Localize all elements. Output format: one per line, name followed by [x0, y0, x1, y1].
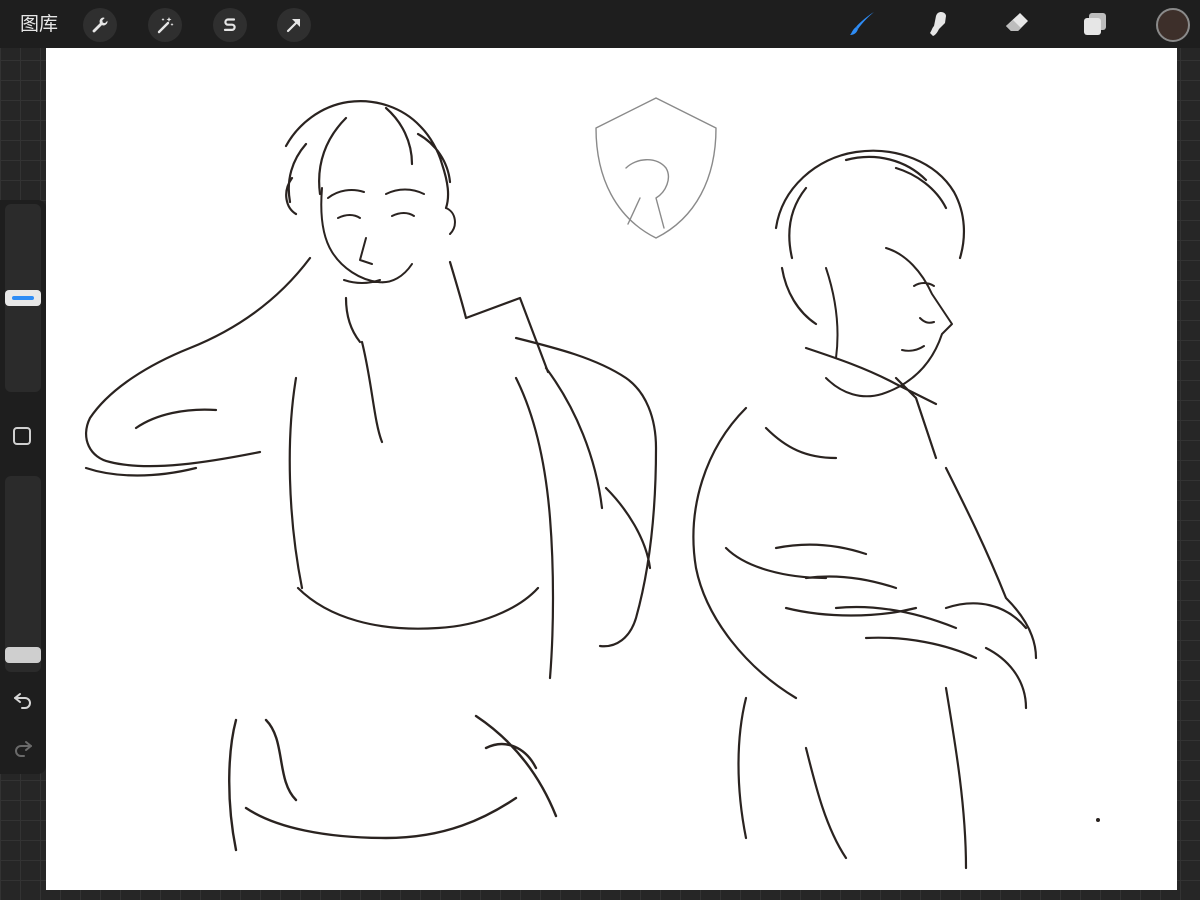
- magic-wand-icon[interactable]: [148, 8, 182, 42]
- stray-dot: [1096, 818, 1100, 822]
- cursor-arrow-icon[interactable]: [277, 8, 311, 42]
- eraser-icon[interactable]: [1000, 7, 1034, 41]
- brush-size-knob[interactable]: [5, 290, 41, 306]
- left-figure-left-arm: [84, 256, 312, 477]
- left-figure-hair: [284, 100, 452, 216]
- smudge-icon[interactable]: [922, 7, 956, 41]
- drawing-canvas[interactable]: [46, 48, 1177, 890]
- wrench-icon[interactable]: [83, 8, 117, 42]
- right-figure-face: [825, 247, 953, 398]
- color-swatch[interactable]: [1156, 8, 1190, 42]
- sketch-artwork: [84, 97, 1100, 870]
- brush-icon[interactable]: [845, 7, 879, 41]
- top-toolbar: 图库: [0, 0, 1200, 48]
- brush-opacity-slider[interactable]: [5, 476, 41, 672]
- right-figure-arms: [774, 543, 1028, 710]
- modify-square-icon[interactable]: [13, 427, 31, 445]
- left-sidebar: [0, 200, 46, 774]
- left-figure-right-arm: [514, 336, 658, 648]
- left-figure-face: [320, 187, 456, 284]
- crest-sketch: [595, 97, 717, 239]
- layers-icon[interactable]: [1078, 7, 1112, 41]
- left-figure-belt: [228, 714, 558, 852]
- gallery-button[interactable]: 图库: [20, 13, 58, 35]
- redo-icon[interactable]: [11, 735, 35, 759]
- brush-opacity-knob[interactable]: [5, 647, 41, 663]
- undo-icon[interactable]: [11, 687, 35, 711]
- selection-s-icon[interactable]: [213, 8, 247, 42]
- brush-size-slider[interactable]: [5, 204, 41, 392]
- left-figure-body: [288, 260, 555, 680]
